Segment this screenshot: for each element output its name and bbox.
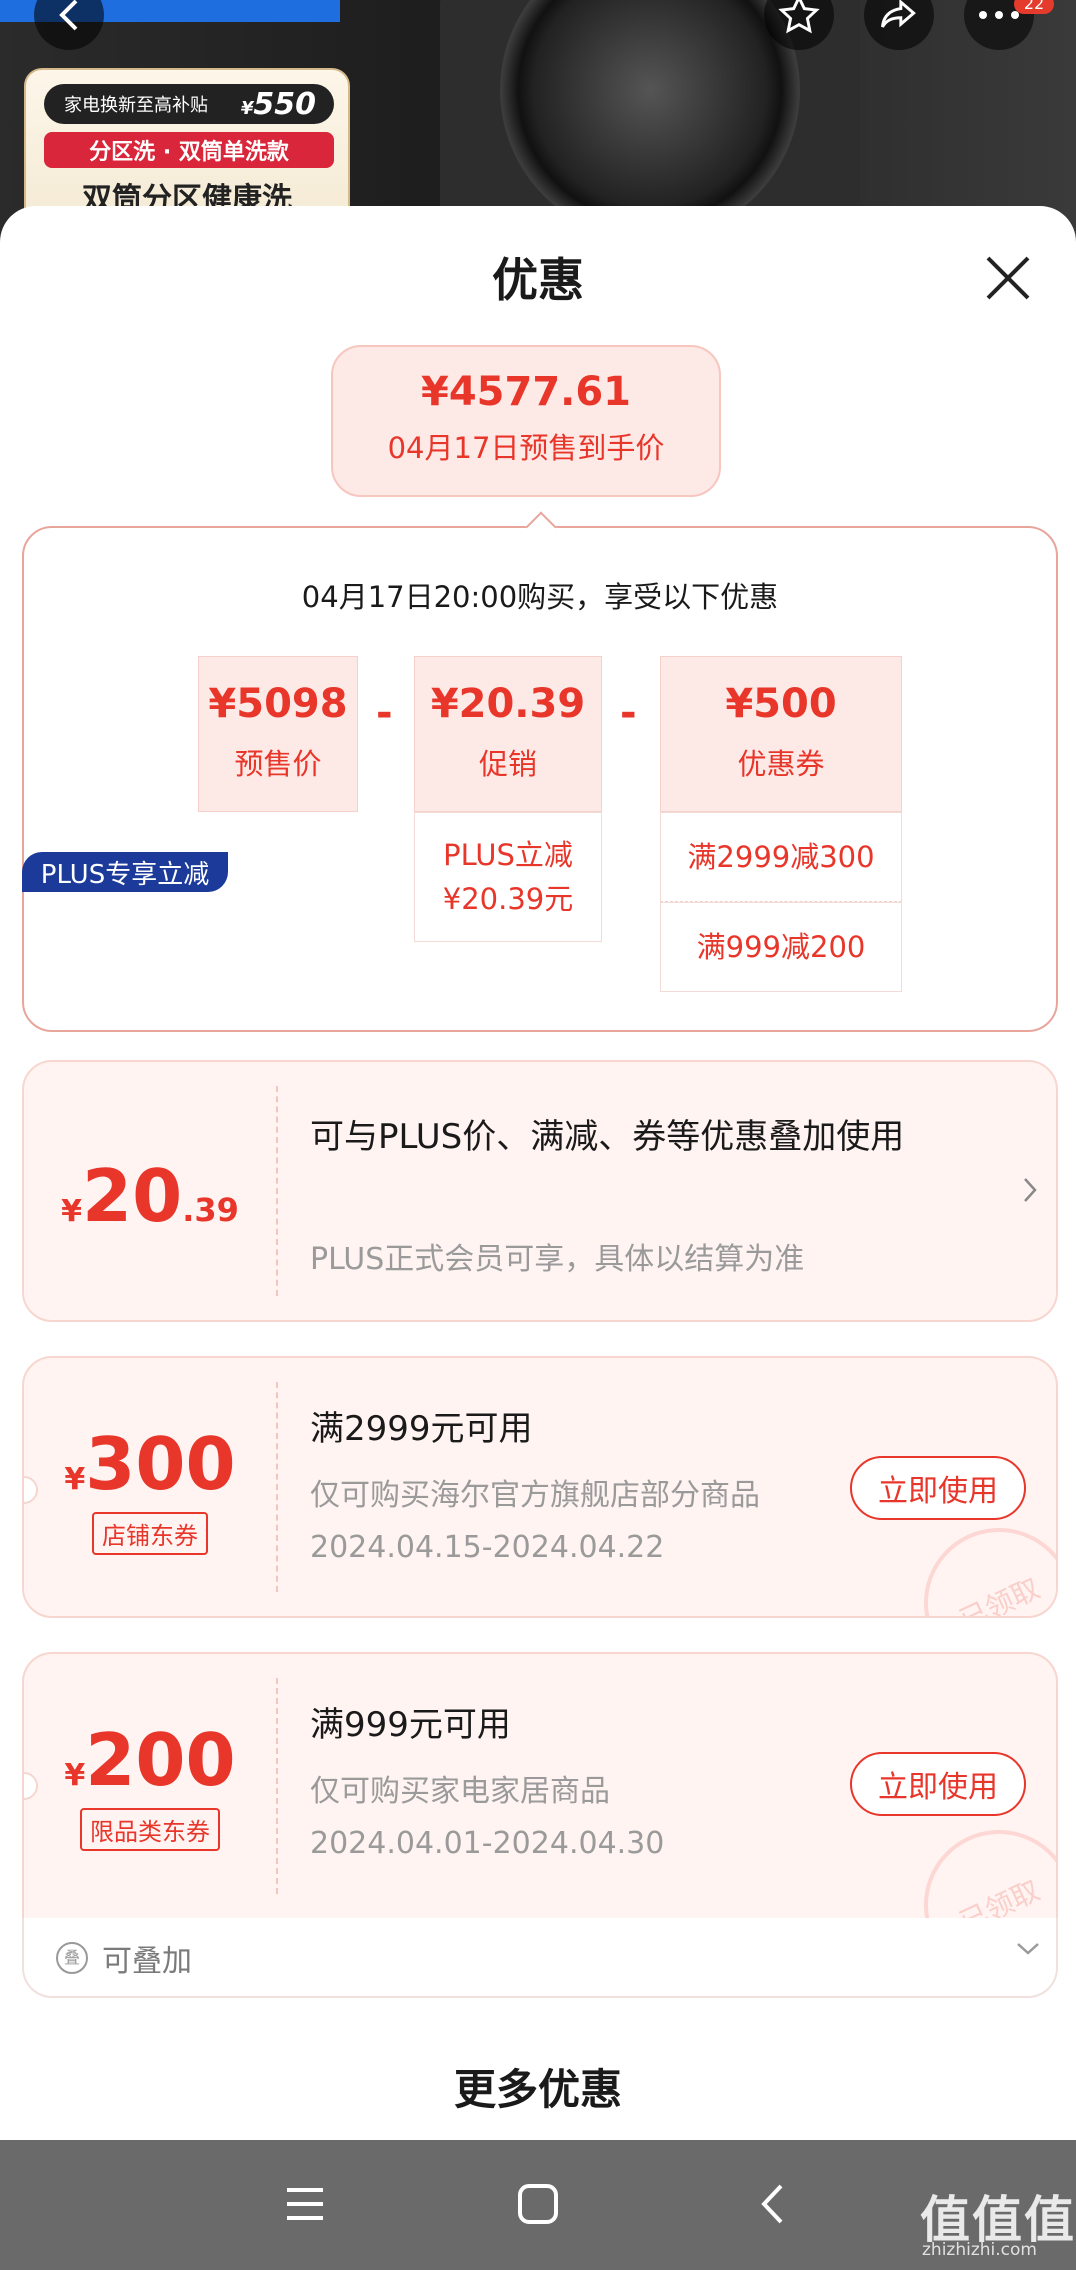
presale-price-box: ¥5098 预售价 <box>198 656 358 812</box>
home-square-icon <box>518 2184 558 2224</box>
coupon-total-box: ¥500 优惠券 <box>660 656 902 812</box>
coupon-type: 店铺东券 <box>24 1512 276 1555</box>
home-button[interactable] <box>503 2174 573 2234</box>
coupon-divider <box>276 1086 278 1296</box>
back-button[interactable] <box>34 0 104 50</box>
promotion-box: ¥20.39 促销 <box>414 656 602 812</box>
chevron-right-icon <box>1024 1178 1037 1202</box>
presale-label: 预售价 <box>234 747 322 781</box>
coupon-date: 2024.04.01-2024.04.30 <box>310 1826 665 1861</box>
coupon-divider <box>276 1678 278 1894</box>
product-background: 22 家电换新至高补贴 ¥550 分区洗 · 双筒单洗款 双筒分区健康洗 <box>0 0 1076 240</box>
menu-lines-icon <box>287 2188 323 2220</box>
coupon-detail-row: 满2999减300 <box>660 812 902 902</box>
calc-heading: 04月17日20:00购买，享受以下优惠 <box>301 580 779 614</box>
promotion-detail: PLUS立减 ¥20.39元 <box>414 812 602 942</box>
recent-apps-button[interactable] <box>270 2174 340 2234</box>
promotion-value: ¥20.39 <box>430 681 586 727</box>
claimed-stamp: 已领取 <box>899 1503 1056 1616</box>
close-button[interactable] <box>980 250 1036 306</box>
ellipsis-icon <box>979 11 1019 19</box>
promotion-detail-line: ¥20.39元 <box>442 882 574 916</box>
coupon-amount: ¥300 <box>64 1422 236 1506</box>
subsidy-amount: ¥550 <box>240 86 316 122</box>
stack-icon: 叠 <box>56 1942 88 1974</box>
plus-coupon-desc: PLUS正式会员可享，具体以结算为准 <box>310 1242 805 1277</box>
coupon-type-tag: 店铺东券 <box>92 1512 208 1555</box>
share-icon <box>881 0 916 28</box>
coupon-title: 满2999元可用 <box>310 1409 533 1449</box>
coupon-date: 2024.04.15-2024.04.22 <box>310 1530 665 1565</box>
chevron-left-icon <box>761 2184 783 2224</box>
use-coupon-button[interactable]: 立即使用 <box>850 1456 1026 1520</box>
final-price-label: 04月17日预售到手价 <box>387 431 665 465</box>
chevron-down-icon <box>1017 1943 1039 1955</box>
notification-badge: 22 <box>1014 0 1054 14</box>
stackable-label: 可叠加 <box>102 1944 192 1979</box>
subsidy-pill: 家电换新至高补贴 ¥550 <box>44 84 334 124</box>
promo-tagline: 分区洗 · 双筒单洗款 <box>44 132 334 168</box>
coupon-amount: ¥200 <box>64 1718 236 1802</box>
plus-coupon-card[interactable]: ¥20.39 可与PLUS价、满减、券等优惠叠加使用 PLUS正式会员可享，具体… <box>22 1060 1058 1322</box>
price-calculation: 04月17日20:00购买，享受以下优惠 ¥5098 预售价 - ¥20.39 … <box>22 511 1058 1032</box>
star-icon <box>778 0 820 34</box>
close-icon <box>986 256 1030 300</box>
coupon-desc: 仅可购买海尔官方旗舰店部分商品 <box>310 1478 760 1513</box>
coupon-card: ¥300 店铺东券 满2999元可用 仅可购买海尔官方旗舰店部分商品 2024.… <box>22 1356 1058 1618</box>
subsidy-label: 家电换新至高补贴 <box>64 95 208 116</box>
calc-notch <box>525 511 557 543</box>
share-button[interactable] <box>864 0 934 50</box>
promotion-detail-line: PLUS立减 <box>443 838 573 872</box>
plus-coupon-title: 可与PLUS价、满减、券等优惠叠加使用 <box>310 1117 905 1157</box>
coupon-divider <box>276 1382 278 1592</box>
coupon-total-value: ¥500 <box>725 681 837 727</box>
coupon-type-tag: 限品类东券 <box>80 1808 220 1851</box>
presale-price: ¥5098 <box>208 681 348 727</box>
claimed-stamp: 已领取 <box>899 1805 1056 1918</box>
back-nav-button[interactable] <box>737 2174 807 2234</box>
promotion-label: 促销 <box>478 747 537 781</box>
more-offers-title: 更多优惠 <box>453 2065 622 2114</box>
coupon-card: ¥200 限品类东券 满999元可用 仅可购买家电家居商品 2024.04.01… <box>22 1652 1058 1918</box>
minus-sign: - <box>620 690 637 736</box>
use-coupon-button[interactable]: 立即使用 <box>850 1752 1026 1816</box>
minus-sign: - <box>376 690 393 736</box>
final-price: ¥4577.61 <box>420 369 632 415</box>
stackable-row[interactable]: 叠 可叠加 <box>22 1918 1058 1998</box>
plus-exclusive-tag: PLUS专享立减 <box>22 852 228 892</box>
coupon-desc: 仅可购买家电家居商品 <box>310 1774 610 1809</box>
coupon-title: 满999元可用 <box>310 1705 511 1745</box>
final-price-bubble: ¥4577.61 04月17日预售到手价 <box>331 345 721 497</box>
coupon-total-label: 优惠券 <box>737 747 825 781</box>
watermark-url: zhizhizhi.com <box>922 2240 1037 2260</box>
sheet-title: 优惠 <box>492 253 584 307</box>
navigation-bar: 值值值 zhizhizhi.com <box>0 2140 1076 2270</box>
coupon-detail-row: 满999减200 <box>660 902 902 992</box>
coupon-type: 限品类东券 <box>24 1808 276 1851</box>
chevron-left-icon <box>59 0 78 31</box>
plus-coupon-amount: ¥20.39 <box>61 1154 239 1238</box>
